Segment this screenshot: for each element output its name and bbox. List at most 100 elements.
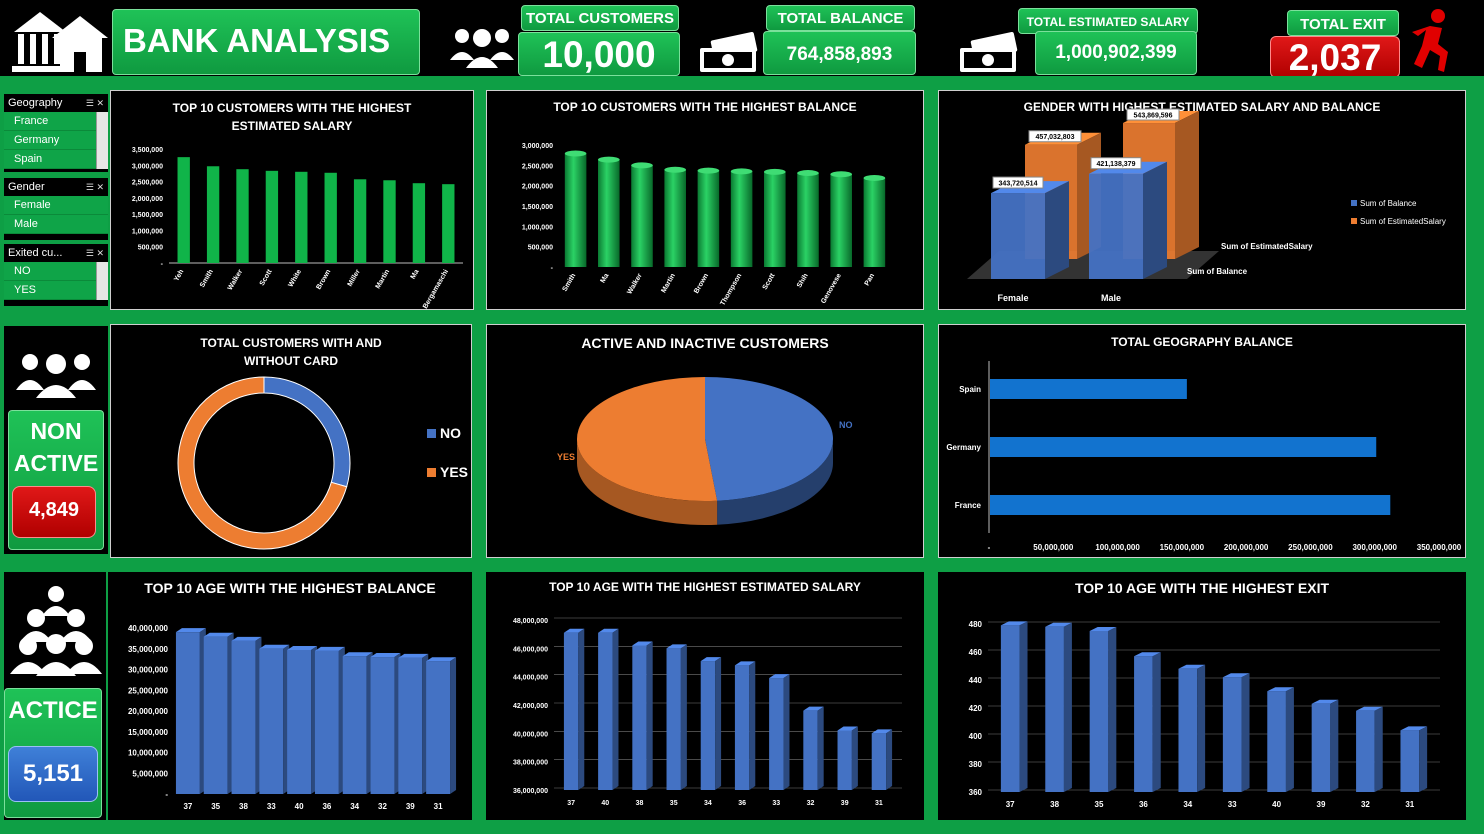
slicer-item-france[interactable]: France xyxy=(4,112,108,131)
y-tick-label: 440 xyxy=(969,676,983,685)
x-tick-label: 40 xyxy=(295,802,304,811)
x-tick-label: Genovese xyxy=(820,272,843,305)
data-label: 343,720,514 xyxy=(999,181,1038,188)
y-tick-label: 36,000,000 xyxy=(513,788,548,795)
bar xyxy=(564,153,587,267)
slicer-scrollbar[interactable] xyxy=(96,262,108,300)
bar-side xyxy=(1330,699,1339,792)
running-exit-icon xyxy=(1412,9,1448,72)
x-tick-label: Bergamaschi xyxy=(422,268,450,309)
x-tick-label: 150,000,000 xyxy=(1160,543,1205,552)
y-tick-label: 1,500,000 xyxy=(132,212,163,219)
y-tick-label: - xyxy=(161,261,164,268)
y-tick-label: 2,000,000 xyxy=(522,184,553,191)
legend-swatch xyxy=(1351,200,1357,206)
bar-side xyxy=(817,706,824,790)
bar xyxy=(1356,710,1375,792)
x-tick-label: Smith xyxy=(199,269,215,289)
x-tick-label: Female xyxy=(997,293,1028,303)
x-tick-label: White xyxy=(287,268,303,288)
x-tick-label: Walker xyxy=(227,268,245,291)
x-tick-label: Thompson xyxy=(719,273,743,307)
bar-top xyxy=(730,168,753,175)
slicer-item-spain[interactable]: Spain xyxy=(4,150,108,169)
slicer-scrollbar[interactable] xyxy=(96,112,108,169)
bar-side xyxy=(851,726,858,790)
bar-top xyxy=(797,170,819,177)
slicer-item-male[interactable]: Male xyxy=(4,215,108,234)
chart-svg: - 500,000 1,000,000 1,500,000 2,000,000 2,500… xyxy=(132,147,463,309)
bar xyxy=(730,171,753,267)
bar xyxy=(175,632,200,794)
data-label: 457,032,803 xyxy=(1036,134,1075,141)
x-tick-label: 32 xyxy=(378,802,387,811)
slicer-geography[interactable]: Geography ☰ ✕ France Germany Spain xyxy=(4,94,108,172)
y-tick-label: 360 xyxy=(969,788,983,797)
bar-side xyxy=(450,657,457,794)
x-tick-label: Martin xyxy=(660,273,677,295)
bar xyxy=(991,193,1045,279)
bar xyxy=(797,173,819,267)
slicer-gender[interactable]: Gender ☰ ✕ Female Male xyxy=(4,178,108,240)
bar xyxy=(990,495,1391,515)
x-tick-label: 36 xyxy=(322,802,331,811)
chart-svg: 36,000,000 38,000,000 40,000,000 42,000,000… xyxy=(513,617,902,807)
x-tick-label: Martin xyxy=(375,269,392,291)
chart-svg: NO YES xyxy=(177,376,468,550)
bar xyxy=(314,650,339,794)
x-tick-label: 34 xyxy=(350,802,359,811)
bar-side xyxy=(1175,111,1199,260)
slicer-title: Geography xyxy=(8,97,63,109)
legend-label: Sum of Balance xyxy=(1360,199,1417,208)
x-tick-label: 35 xyxy=(211,802,220,811)
slicer-item-yes[interactable]: YES xyxy=(4,281,108,300)
slicer-item-germany[interactable]: Germany xyxy=(4,131,108,150)
y-tick-label: France xyxy=(955,501,982,510)
x-tick-label: 300,000,000 xyxy=(1352,543,1397,552)
slicer-exited[interactable]: Exited cu... ☰ ✕ NO YES xyxy=(4,244,108,306)
bar xyxy=(837,730,852,790)
y-tick-label: 5,000,000 xyxy=(132,769,168,778)
bar xyxy=(259,648,284,794)
x-tick-label: 34 xyxy=(1183,800,1192,809)
bar xyxy=(990,379,1187,399)
donut-slice xyxy=(263,376,351,488)
x-tick-label: 35 xyxy=(670,800,678,807)
bar xyxy=(324,172,337,263)
slicer-item-female[interactable]: Female xyxy=(4,196,108,215)
slicer-item-no[interactable]: NO xyxy=(4,262,108,281)
bar xyxy=(769,678,784,790)
bar xyxy=(632,645,647,790)
kpi-total-customers-value: 10,000 xyxy=(518,32,680,76)
chart-age-balance: TOP 10 AGE WITH THE HIGHEST BALANCE -5,0… xyxy=(108,572,472,820)
x-tick-label: 37 xyxy=(183,802,192,811)
bar xyxy=(631,165,653,267)
x-tick-label: 100,000,000 xyxy=(1095,543,1140,552)
x-tick-label: 31 xyxy=(875,800,883,807)
clear-filter-icon[interactable]: ☰ ✕ xyxy=(86,182,104,193)
x-tick-label: 31 xyxy=(434,802,443,811)
y-tick-label: 1,000,000 xyxy=(132,228,163,235)
x-tick-label: Ma xyxy=(410,268,421,280)
y-tick-label: 10,000,000 xyxy=(128,749,169,758)
bar-side xyxy=(715,657,722,790)
bar xyxy=(203,636,228,794)
money-bill-icon xyxy=(700,32,758,72)
bar xyxy=(412,183,426,263)
bar xyxy=(398,657,423,794)
active-value: 5,151 xyxy=(8,746,98,802)
clear-filter-icon[interactable]: ☰ ✕ xyxy=(86,248,104,259)
bar xyxy=(295,171,308,263)
chart-svg: Spain Germany France - 50,000,000 100,000,000… xyxy=(946,361,1462,552)
bar xyxy=(563,632,579,790)
clear-filter-icon[interactable]: ☰ ✕ xyxy=(86,98,104,109)
kpi-total-exit-label: TOTAL EXIT xyxy=(1287,10,1399,36)
x-tick-label: 33 xyxy=(772,800,780,807)
x-tick-label: Pan xyxy=(864,273,876,288)
x-tick-label: Scott xyxy=(259,268,274,287)
chart-svg: - 5,000,000 10,000,000 15,000,000 20,000,000… xyxy=(128,624,457,811)
x-tick-label: Miller xyxy=(347,268,362,288)
bar-side xyxy=(1374,706,1383,792)
bar-side xyxy=(1197,664,1206,792)
x-tick-label: 31 xyxy=(1405,800,1414,809)
